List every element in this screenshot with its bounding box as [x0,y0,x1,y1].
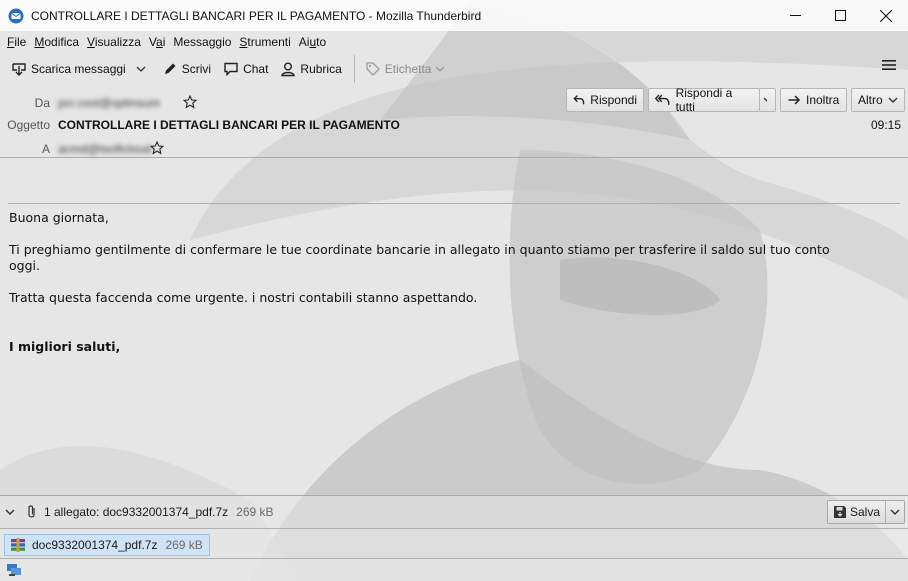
body-divider [8,203,900,204]
more-button[interactable]: Altro [851,88,905,112]
archive-icon [11,538,25,552]
reply-button[interactable]: Rispondi [566,88,644,112]
save-icon [833,506,846,518]
contacts-icon [281,62,296,77]
address-book-button[interactable]: Rubrica [275,56,346,82]
address-book-label: Rubrica [300,62,342,76]
subject-label: Oggetto [7,118,50,132]
save-button[interactable]: Salva [828,501,886,523]
toolbar-separator [353,55,355,83]
online-status-icon[interactable] [6,563,22,577]
paragraph-text: Tratta questa faccenda come urgente. i n… [9,290,478,305]
menu-visualizza[interactable]: Visualizza [83,35,145,49]
reply-all-label: Rispondi a tutti [675,86,733,114]
from-label: Da [34,96,50,110]
chevron-down-icon [763,97,767,102]
save-attachment-group: Salva [826,500,905,524]
chat-button[interactable]: Chat [218,56,273,82]
subject-value: CONTROLLARE I DETTAGLI BANCARI PER IL PA… [58,118,400,132]
from-value[interactable]: pcr.cool@sptmsum [58,96,160,110]
save-label: Salva [849,505,880,519]
chevron-down-icon [436,66,445,72]
close-icon [879,9,892,22]
chevron-down-icon [888,97,898,103]
write-button[interactable]: Scrivi [157,56,216,82]
reply-label: Rispondi [590,93,637,107]
chevron-down-icon [890,509,900,515]
status-bar [0,558,908,581]
download-icon [12,63,26,76]
message-body: Buona giornata, Ti preghiamo gentilmente… [0,158,908,494]
closing-text: I migliori saluti, [9,339,121,354]
get-messages-label: Scarica messaggi [31,62,126,76]
tag-label: Etichetta [384,62,432,76]
paragraph-text: oggi. [9,258,40,273]
menu-modifica[interactable]: Modifica [30,35,83,49]
chat-icon [224,62,238,77]
reply-all-icon [655,94,670,105]
title-bar: CONTROLLARE I DETTAGLI BANCARI PER IL PA… [0,0,908,31]
maximize-button[interactable] [818,0,863,31]
message-header: Da pcr.cool@sptmsum Oggetto CONTROLLARE … [0,86,908,158]
menu-strumenti[interactable]: Strumenti [235,35,294,49]
minimize-icon [790,15,801,16]
paragraph-text: Ti preghiamo gentilmente di confermare l… [9,242,830,257]
get-messages-dropdown[interactable] [133,56,153,82]
pencil-icon [164,63,176,74]
to-value[interactable]: acmd@tsoftcloud [58,142,151,156]
more-label: Altro [858,93,883,107]
thunderbird-icon [8,8,24,23]
attachment-list: doc9332001374_pdf.7z 269 kB [0,528,908,558]
tag-button[interactable]: Etichetta [360,56,451,82]
paperclip-icon [28,505,35,518]
attachment-summary-size: 269 kB [236,505,274,519]
star-icon[interactable] [183,95,197,109]
menu-messaggio[interactable]: Messaggio [169,35,235,49]
attachment-summary[interactable]: 1 allegato: doc9332001374_pdf.7z [44,505,228,519]
chevron-down-icon[interactable] [5,508,15,516]
forward-button[interactable]: Inoltra [780,88,847,112]
main-toolbar: Scarica messaggi Scrivi Chat Rubrica Eti… [0,53,908,85]
star-icon[interactable] [150,141,164,155]
window-title: CONTROLLARE I DETTAGLI BANCARI PER IL PA… [31,8,482,23]
to-label: A [41,142,50,156]
attachment-item[interactable]: doc9332001374_pdf.7z 269 kB [4,534,210,556]
reply-icon [573,95,585,105]
maximize-icon [835,10,846,21]
chat-label: Chat [243,62,269,76]
attachment-size: 269 kB [165,538,203,552]
chevron-down-icon [136,66,146,72]
menu-file[interactable]: File [3,35,30,49]
reply-all-button[interactable]: Rispondi a tutti [648,86,760,114]
reply-all-dropdown[interactable] [759,88,776,112]
get-messages-button[interactable]: Scarica messaggi [6,56,131,82]
close-button[interactable] [863,0,908,31]
write-label: Scrivi [181,62,212,76]
menu-aiuto[interactable]: Aiuto [295,35,330,49]
attachment-name: doc9332001374_pdf.7z [32,538,158,552]
greeting-text: Buona giornata, [9,210,109,225]
forward-label: Inoltra [806,93,840,107]
message-time: 09:15 [870,118,901,132]
app-menu-button[interactable] [882,58,896,75]
menu-vai[interactable]: Vai [145,35,169,49]
tag-icon [366,62,380,76]
hamburger-icon [882,60,896,70]
save-dropdown[interactable] [886,501,904,523]
attachment-bar: 1 allegato: doc9332001374_pdf.7z 269 kB … [0,495,908,528]
menu-bar: File Modifica Visualizza Vai Messaggio S… [0,31,908,52]
forward-icon [788,95,801,105]
minimize-button[interactable] [773,0,818,31]
